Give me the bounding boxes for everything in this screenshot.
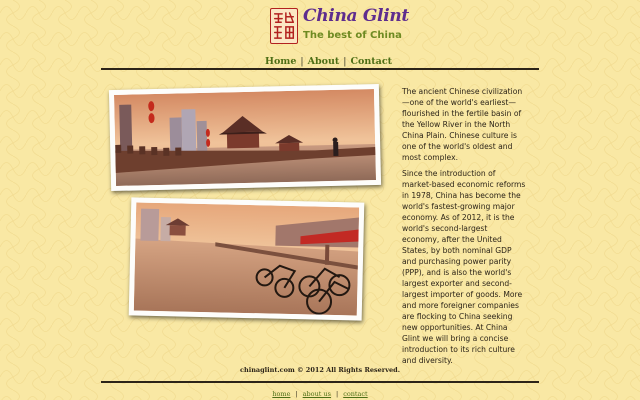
intro-paragraph-2: Since the introduction of market-based e… xyxy=(402,169,526,365)
nav-contact-link[interactable]: Contact xyxy=(350,56,392,67)
nav-separator: | xyxy=(343,56,347,67)
intro-paragraph-1: The ancient Chinese civilization—one of … xyxy=(402,87,523,162)
nav-separator: | xyxy=(300,56,304,67)
bottom-divider xyxy=(101,381,539,383)
bicycles-on-wall-photo xyxy=(128,197,365,321)
footer-contact-link[interactable]: contact xyxy=(343,390,367,398)
main-nav: Home | About | Contact xyxy=(265,56,392,68)
footer-separator: | xyxy=(295,390,298,398)
intro-text: The ancient Chinese civilization—one of … xyxy=(402,86,527,371)
footer-separator: | xyxy=(335,390,339,398)
footer-about-link[interactable]: about us xyxy=(303,390,331,398)
nav-home-link[interactable]: Home xyxy=(265,56,296,67)
footer-home-link[interactable]: home xyxy=(272,390,290,398)
site-title[interactable]: China Glint xyxy=(303,6,409,26)
seal-logo-icon[interactable] xyxy=(270,8,298,44)
nav-about-link[interactable]: About xyxy=(308,56,340,67)
city-wall-photo xyxy=(108,83,382,192)
site-tagline: The best of China xyxy=(303,30,402,41)
copyright-text: chinaglint.com © 2012 All Rights Reserve… xyxy=(240,366,400,374)
footer-nav: home | about us | contact xyxy=(0,390,640,398)
top-divider xyxy=(101,68,539,70)
